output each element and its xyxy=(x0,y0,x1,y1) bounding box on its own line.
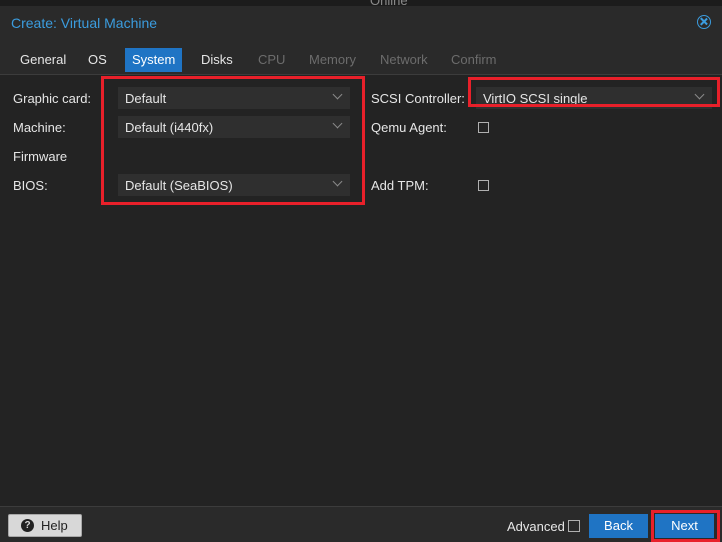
add-tpm-checkbox[interactable] xyxy=(478,180,489,191)
help-button-label: Help xyxy=(41,518,68,533)
wizard-tabs: General OS System Disks CPU Memory Netwo… xyxy=(0,40,722,75)
back-button[interactable]: Back xyxy=(589,514,648,538)
close-icon[interactable] xyxy=(697,15,711,29)
dialog-footer: ? Help Advanced Back Next xyxy=(0,506,722,542)
highlight-box-next xyxy=(651,510,720,542)
dialog-title: Create: Virtual Machine xyxy=(11,15,158,31)
help-icon: ? xyxy=(21,519,34,532)
qemu-agent-label: Qemu Agent: xyxy=(371,120,447,135)
bios-label: BIOS: xyxy=(13,178,48,193)
tab-cpu: CPU xyxy=(258,52,286,67)
dialog-titlebar: Create: Virtual Machine xyxy=(0,6,722,40)
system-panel: Graphic card: Default Machine: Default (… xyxy=(0,75,722,506)
tab-network: Network xyxy=(380,52,428,67)
tab-disks[interactable]: Disks xyxy=(194,48,240,72)
tab-os[interactable]: OS xyxy=(81,48,114,72)
add-tpm-label: Add TPM: xyxy=(371,178,429,193)
scsi-controller-label: SCSI Controller: xyxy=(371,91,465,106)
highlight-box-scsi xyxy=(468,77,720,107)
firmware-section-label: Firmware xyxy=(13,149,68,164)
tab-memory: Memory xyxy=(309,52,356,67)
advanced-label: Advanced xyxy=(507,519,565,534)
highlight-box-left xyxy=(101,76,365,205)
tab-confirm: Confirm xyxy=(451,52,497,67)
create-vm-dialog: Create: Virtual Machine General OS Syste… xyxy=(0,6,722,542)
help-button[interactable]: ? Help xyxy=(8,514,82,537)
tab-system[interactable]: System xyxy=(125,48,183,72)
tab-general[interactable]: General xyxy=(13,48,73,72)
qemu-agent-checkbox[interactable] xyxy=(478,122,489,133)
advanced-checkbox[interactable] xyxy=(568,520,580,532)
machine-label: Machine: xyxy=(13,120,66,135)
graphic-card-label: Graphic card: xyxy=(13,91,92,106)
